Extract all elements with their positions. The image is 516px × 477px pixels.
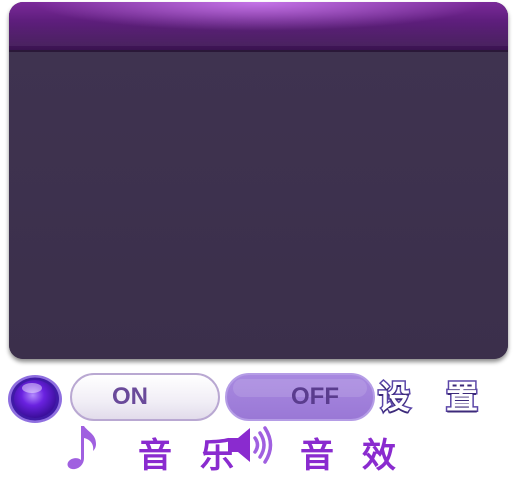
purple-orb-button-icon[interactable]: [6, 374, 64, 424]
panel-header: [9, 2, 508, 52]
sound-effects-label: 音 效: [300, 436, 404, 476]
panel-content-area: [9, 52, 508, 359]
settings-title-char-1: 设: [376, 377, 411, 418]
toggle-off-label: OFF: [291, 383, 339, 410]
settings-panel: [9, 2, 508, 359]
toggle-on-label: ON: [112, 383, 148, 410]
sound-effects-toggle-off-button[interactable]: OFF: [225, 373, 375, 421]
music-toggle-on-button[interactable]: ON: [70, 373, 220, 421]
speaker-sound-icon: [226, 424, 276, 466]
panel-header-sheen: [9, 20, 508, 46]
music-note-icon: [66, 422, 100, 472]
settings-title-char-2: 置: [444, 377, 479, 418]
